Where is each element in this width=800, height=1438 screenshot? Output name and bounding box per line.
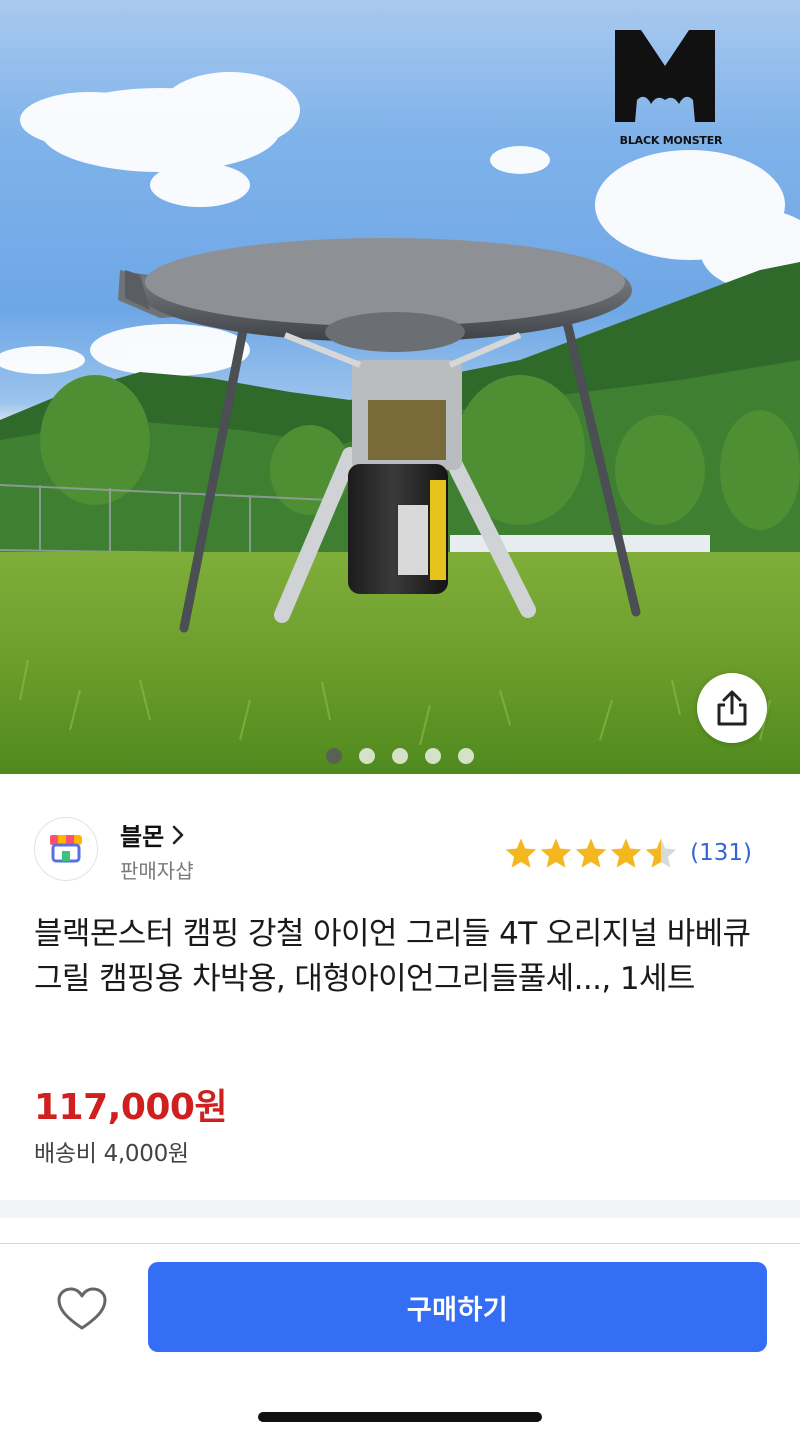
product-image[interactable]: BLACK MONSTER	[0, 0, 800, 774]
star-full-icon	[610, 838, 642, 868]
brand-logo-text: BLACK MONSTER	[619, 134, 723, 147]
share-button[interactable]	[697, 673, 767, 743]
star-half-icon	[645, 838, 677, 868]
carousel-dot[interactable]	[425, 748, 441, 764]
review-count[interactable]: (131)	[690, 840, 752, 866]
carousel-dot[interactable]	[392, 748, 408, 764]
carousel-indicator	[0, 748, 800, 768]
product-title: 블랙몬스터 캠핑 강철 아이언 그리들 4T 오리지널 바베큐 그릴 캠핑용 차…	[34, 916, 751, 997]
rating[interactable]: (131)	[504, 837, 752, 869]
star-full-icon	[540, 838, 572, 868]
carousel-dot[interactable]	[326, 748, 342, 764]
seller-type: 판매자샵	[120, 859, 194, 883]
carousel-dot[interactable]	[458, 748, 474, 764]
seller-avatar[interactable]	[34, 817, 98, 881]
heart-outline-icon	[57, 1287, 107, 1330]
buy-button[interactable]: 구매하기	[148, 1262, 767, 1352]
star-full-icon	[575, 838, 607, 868]
store-icon	[50, 835, 82, 863]
bottom-action-bar: 구매하기	[0, 1243, 800, 1438]
star-rating	[504, 837, 678, 869]
share-icon	[717, 690, 747, 726]
product-price: 117,000원	[34, 1087, 228, 1128]
carousel-dot[interactable]	[359, 748, 375, 764]
shipping-fee: 배송비 4,000원	[34, 1141, 189, 1167]
star-full-icon	[505, 838, 537, 868]
brand-logo: BLACK MONSTER	[615, 30, 727, 155]
section-divider	[0, 1200, 800, 1218]
seller-row: 블몬 판매자샵 (131)	[34, 815, 774, 885]
home-indicator	[258, 1412, 542, 1422]
black-monster-logo-icon	[615, 30, 715, 122]
seller-name-link[interactable]: 블몬	[120, 817, 184, 852]
chevron-right-icon	[172, 825, 184, 844]
wishlist-button[interactable]	[52, 1282, 112, 1336]
seller-name: 블몬	[120, 823, 165, 851]
